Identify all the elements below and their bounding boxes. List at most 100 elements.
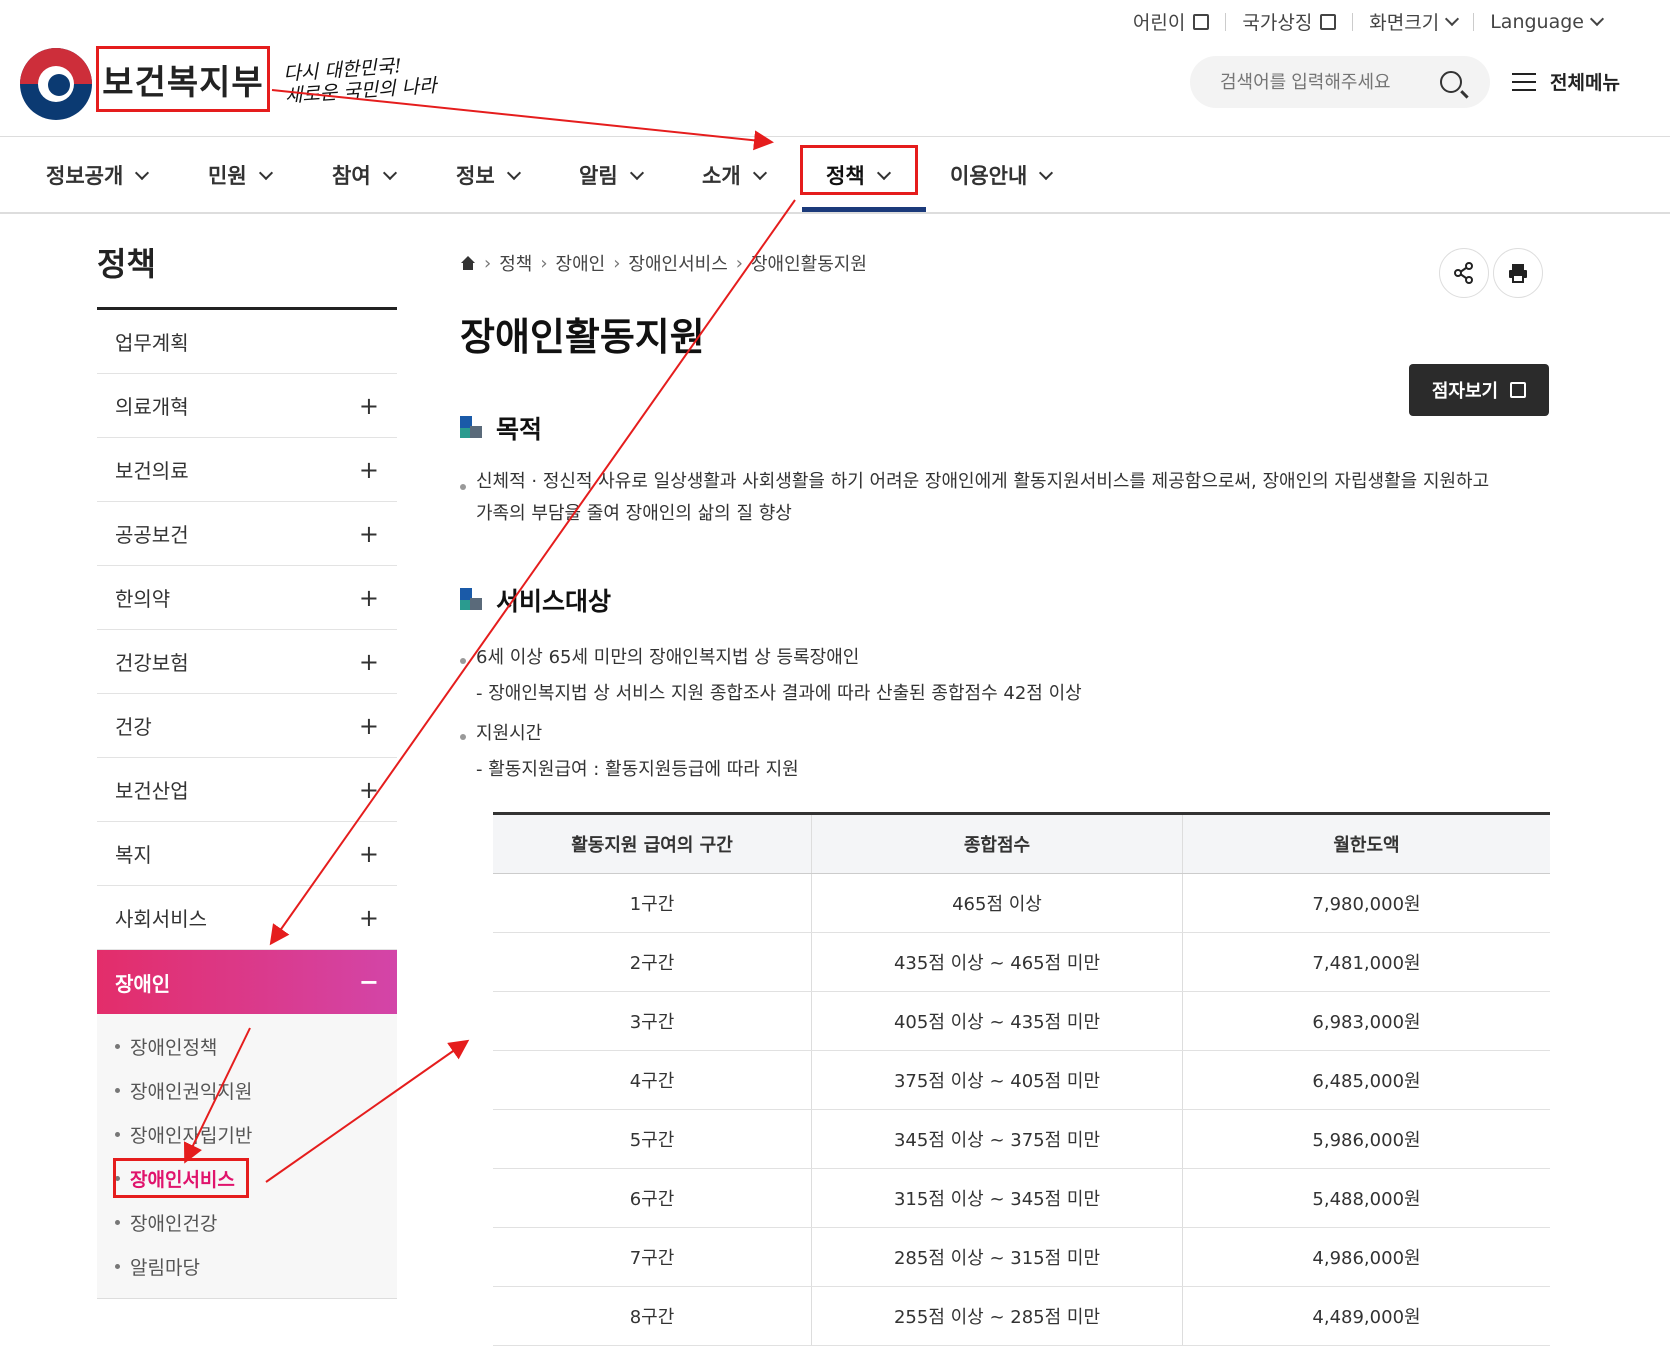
plus-icon: + xyxy=(358,903,379,932)
sub-item-disability-service[interactable]: 장애인서비스 xyxy=(97,1156,397,1200)
chevron-down-icon xyxy=(1445,11,1460,27)
table-header-row: 활동지원 급여의 구간 종합점수 월한도액 xyxy=(493,812,1550,874)
target-item-1-sub: - 장애인복지법 상 서비스 지원 종합조사 결과에 따라 산출된 종합점수 4… xyxy=(476,683,1082,704)
main-navigation: 정보공개 민원 참여 정보 알림 소개 정책 이용안내 xyxy=(0,136,1670,214)
table-row: 4구간 375점 이상 ~ 405점 미만 6,485,000원 xyxy=(493,1050,1550,1110)
search-box xyxy=(1190,56,1490,108)
header: 보건복지부 다시 대한민국!새로운 국민의 나라 전체메뉴 xyxy=(0,44,1670,136)
sub-item-independence-base[interactable]: 장애인자립기반 xyxy=(97,1112,397,1156)
target-item-2-sub: - 활동지원급여 : 활동지원등급에 따라 지원 xyxy=(476,759,799,780)
plus-icon: + xyxy=(358,583,379,612)
hamburger-icon xyxy=(1512,72,1536,91)
target-item-2: 지원시간 xyxy=(476,723,543,744)
side-item-public-health[interactable]: 공공보건 + xyxy=(97,502,397,566)
table-header: 활동지원 급여의 구간 xyxy=(493,812,812,874)
table-header: 종합점수 xyxy=(811,812,1183,874)
active-nav-underline xyxy=(802,207,926,212)
sub-item-disability-policy[interactable]: 장애인정책 xyxy=(97,1024,397,1068)
bullet-icon xyxy=(115,1043,120,1049)
annotation-box xyxy=(800,145,918,195)
table-row: 2구간 435점 이상 ~ 465점 미만 7,481,000원 xyxy=(493,932,1550,992)
kids-link[interactable]: 어린이 xyxy=(1117,8,1225,35)
side-item-welfare[interactable]: 복지 + xyxy=(97,822,397,886)
annotation-box xyxy=(113,1158,249,1198)
plus-icon: + xyxy=(358,775,379,804)
plus-icon: + xyxy=(358,839,379,868)
nav-guide[interactable]: 이용안내 xyxy=(950,137,1054,213)
bullet-icon xyxy=(115,1131,120,1137)
support-table: 활동지원 급여의 구간 종합점수 월한도액 1구간 465점 이상 7,980,00… xyxy=(493,812,1550,1346)
bullet-icon xyxy=(460,734,466,740)
plus-icon: + xyxy=(358,455,379,484)
nav-about[interactable]: 소개 xyxy=(702,137,767,213)
table-row: 8구간 255점 이상 ~ 285점 미만 4,489,000원 xyxy=(493,1286,1550,1346)
all-menu-button[interactable]: 전체메뉴 xyxy=(1512,68,1620,95)
external-link-icon xyxy=(1510,382,1527,398)
chevron-down-icon xyxy=(258,165,273,180)
plus-icon: + xyxy=(358,647,379,676)
side-item-health-insurance[interactable]: 건강보험 + xyxy=(97,630,397,694)
plus-icon: + xyxy=(358,519,379,548)
breadcrumb-disability-service[interactable]: 장애인서비스 xyxy=(628,250,727,276)
sub-item-disability-health[interactable]: 장애인건강 xyxy=(97,1200,397,1244)
bullet-icon xyxy=(460,658,466,664)
nav-civil-service[interactable]: 민원 xyxy=(208,137,273,213)
plus-icon: + xyxy=(358,711,379,740)
printer-icon xyxy=(1509,264,1527,283)
side-submenu: 장애인정책 장애인권익지원 장애인자립기반 장애인서비스 장애인건강 알림마당 xyxy=(97,1014,397,1299)
side-item-social-service[interactable]: 사회서비스 + xyxy=(97,886,397,950)
plus-icon: + xyxy=(358,391,379,420)
table-row: 3구간 405점 이상 ~ 435점 미만 6,983,000원 xyxy=(493,991,1550,1051)
chevron-down-icon xyxy=(1589,11,1605,27)
utility-bar: 어린이 국가상징 화면크기 Language xyxy=(1117,8,1618,35)
side-item-health[interactable]: 건강 + xyxy=(97,694,397,758)
search-input[interactable] xyxy=(1218,70,1432,94)
slogan: 다시 대한민국! 새로운 국민의 나라 xyxy=(282,55,438,108)
side-item-disability[interactable]: 장애인 − xyxy=(97,950,397,1014)
print-button[interactable] xyxy=(1493,248,1543,298)
language-dropdown[interactable]: Language xyxy=(1474,11,1618,33)
purpose-text: 신체적 · 정신적 사유로 일상생활과 사회생활을 하기 어려운 장애인에게 활… xyxy=(476,471,1490,524)
search-icon[interactable] xyxy=(1440,71,1462,93)
chevron-down-icon xyxy=(382,165,397,180)
side-item-work-plan[interactable]: 업무계획 xyxy=(97,310,397,374)
table-row: 5구간 345점 이상 ~ 375점 미만 5,986,000원 xyxy=(493,1109,1550,1169)
national-symbols-link[interactable]: 국가상징 xyxy=(1226,8,1352,35)
purpose-heading: 목적 xyxy=(460,410,542,446)
chevron-down-icon xyxy=(629,165,644,180)
bullet-icon xyxy=(460,484,466,490)
zoom-dropdown[interactable]: 화면크기 xyxy=(1353,8,1473,35)
share-icon xyxy=(1454,262,1473,284)
side-menu: 정책 업무계획 의료개혁 + 보건의료 + 공공보건 + 한의약 + 건강보험 + 건강 +… xyxy=(97,214,397,1299)
bullet-icon xyxy=(115,1263,120,1269)
table-row: 7구간 285점 이상 ~ 315점 미만 4,986,000원 xyxy=(493,1227,1550,1287)
nav-information[interactable]: 정보 xyxy=(456,137,521,213)
ministry-logo[interactable]: 보건복지부 xyxy=(96,46,270,112)
nav-notice[interactable]: 알림 xyxy=(579,137,644,213)
external-link-icon xyxy=(1320,13,1337,30)
minus-icon: − xyxy=(358,968,379,996)
side-item-healthcare[interactable]: 보건의료 + xyxy=(97,438,397,502)
sub-item-notices[interactable]: 알림마당 xyxy=(97,1244,397,1288)
external-link-icon xyxy=(1193,13,1210,30)
target-heading: 서비스대상 xyxy=(460,582,611,618)
bullet-icon xyxy=(115,1087,120,1093)
taegeuk-logo-icon[interactable] xyxy=(20,48,92,120)
breadcrumb-disability[interactable]: 장애인 xyxy=(556,250,606,276)
side-menu-title: 정책 xyxy=(97,214,397,310)
breadcrumb-policy[interactable]: 정책 xyxy=(499,250,532,276)
bullet-icon xyxy=(115,1219,120,1225)
side-item-korean-medicine[interactable]: 한의약 + xyxy=(97,566,397,630)
breadcrumb-current[interactable]: 장애인활동지원 xyxy=(751,250,867,276)
side-item-medical-reform[interactable]: 의료개혁 + xyxy=(97,374,397,438)
chevron-down-icon xyxy=(752,165,767,180)
nav-participation[interactable]: 참여 xyxy=(332,137,397,213)
nav-info-disclosure[interactable]: 정보공개 xyxy=(46,137,150,213)
sub-item-rights-support[interactable]: 장애인권익지원 xyxy=(97,1068,397,1112)
section-square-icon xyxy=(460,416,484,440)
table-row: 6구간 315점 이상 ~ 345점 미만 5,488,000원 xyxy=(493,1168,1550,1228)
braille-view-button[interactable]: 점자보기 xyxy=(1409,364,1549,416)
share-button[interactable] xyxy=(1439,248,1489,298)
home-icon[interactable] xyxy=(460,256,476,270)
side-item-health-industry[interactable]: 보건산업 + xyxy=(97,758,397,822)
